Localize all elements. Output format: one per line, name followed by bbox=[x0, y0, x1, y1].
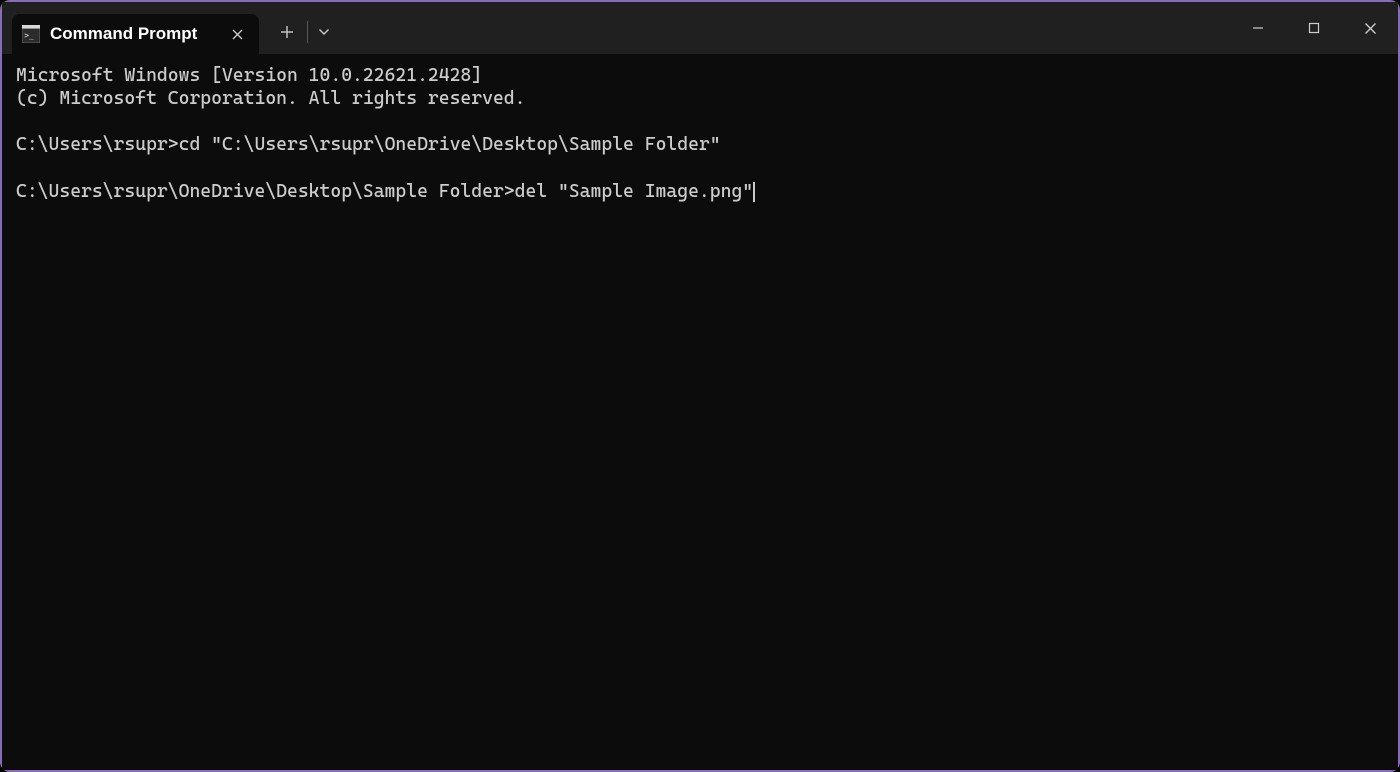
prompt-1: C:\Users\rsupr> bbox=[16, 134, 179, 155]
minimize-button[interactable] bbox=[1230, 8, 1286, 48]
close-window-button[interactable] bbox=[1342, 8, 1398, 48]
window-controls bbox=[1230, 2, 1398, 54]
tab-dropdown-button[interactable] bbox=[310, 16, 338, 48]
blank-line bbox=[16, 110, 1384, 133]
title-bar-left: >_ Command Prompt bbox=[2, 2, 338, 54]
tab-title: Command Prompt bbox=[50, 24, 217, 44]
svg-text:>_: >_ bbox=[24, 31, 34, 40]
maximize-button[interactable] bbox=[1286, 8, 1342, 48]
command-2: del "Sample Image.png" bbox=[515, 181, 753, 202]
banner-line-2: (c) Microsoft Corporation. All rights re… bbox=[16, 87, 1384, 110]
command-line-2: C:\Users\rsupr\OneDrive\Desktop\Sample F… bbox=[16, 180, 1384, 203]
close-tab-icon[interactable] bbox=[227, 24, 247, 44]
title-bar: >_ Command Prompt bbox=[2, 2, 1398, 54]
text-cursor bbox=[753, 182, 755, 202]
terminal-output[interactable]: Microsoft Windows [Version 10.0.22621.24… bbox=[2, 54, 1398, 770]
cmd-icon: >_ bbox=[22, 25, 40, 43]
tab-command-prompt[interactable]: >_ Command Prompt bbox=[12, 14, 259, 54]
banner-line-1: Microsoft Windows [Version 10.0.22621.24… bbox=[16, 64, 1384, 87]
new-tab-button[interactable] bbox=[271, 16, 303, 48]
divider bbox=[307, 21, 308, 43]
command-1: cd "C:\Users\rsupr\OneDrive\Desktop\Samp… bbox=[179, 134, 721, 155]
prompt-2: C:\Users\rsupr\OneDrive\Desktop\Sample F… bbox=[16, 181, 515, 202]
command-line-1: C:\Users\rsupr>cd "C:\Users\rsupr\OneDri… bbox=[16, 133, 1384, 156]
blank-line bbox=[16, 157, 1384, 180]
